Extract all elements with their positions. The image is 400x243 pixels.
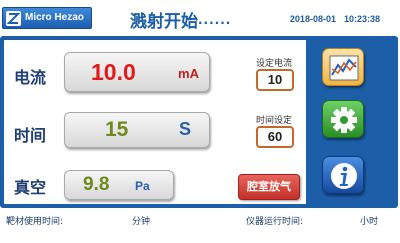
set-time-field[interactable]: 60	[256, 126, 294, 148]
status-dots: ······	[198, 16, 232, 30]
time-display: 15 S	[64, 112, 210, 148]
current-unit: mA	[178, 66, 199, 81]
sputter-coater-screen: Micro Hezao 溅射开始······ 2018-08-01 10:23:3…	[0, 0, 400, 243]
trend-chart-button[interactable]	[322, 48, 364, 86]
set-current-label: 设定电流	[256, 59, 293, 69]
set-current-field[interactable]: 10	[256, 69, 294, 91]
target-usage-label: 靶材使用时间:	[6, 217, 64, 227]
target-usage-unit: 分钟	[132, 217, 151, 227]
brand-badge: Micro Hezao	[2, 7, 92, 29]
time-unit: S	[178, 119, 191, 139]
side-button-column	[306, 36, 398, 208]
date-text: 2018-08-01	[289, 14, 336, 24]
vacuum-value: 9.8	[83, 174, 110, 195]
info-icon	[331, 163, 357, 189]
time-label: 时间	[14, 126, 47, 145]
gear-icon	[331, 107, 357, 133]
main-panel: 电流 10.0 mA 设定电流 10 时间 15 S 时间设定 60 真空 9.…	[0, 36, 398, 208]
time-text: 10:23:38	[343, 14, 380, 24]
runtime-unit: 小时	[360, 217, 379, 227]
settings-button[interactable]	[322, 100, 364, 138]
current-label: 电流	[14, 68, 47, 87]
brand-name: Micro Hezao	[25, 12, 84, 23]
line-chart-icon	[329, 55, 359, 81]
runtime-label: 仪器运行时间:	[246, 217, 304, 227]
process-status: 溅射开始······	[130, 7, 231, 32]
current-value: 10.0	[91, 59, 136, 85]
info-button[interactable]	[322, 156, 364, 194]
vacuum-display: 9.8 Pa	[64, 170, 174, 200]
chamber-vent-button[interactable]: 腔室放气	[238, 174, 300, 200]
status-footer: 靶材使用时间: 分钟 仪器运行时间: 小时	[0, 210, 400, 232]
status-text: 溅射开始	[130, 12, 198, 32]
vacuum-label: 真空	[14, 178, 47, 197]
set-time-label: 时间设定	[256, 116, 293, 126]
parameters-panel: 电流 10.0 mA 设定电流 10 时间 15 S 时间设定 60 真空 9.…	[4, 40, 306, 204]
current-display: 10.0 mA	[64, 52, 210, 92]
vacuum-unit: Pa	[135, 179, 150, 193]
top-bar: Micro Hezao 溅射开始······ 2018-08-01 10:23:3…	[0, 4, 400, 32]
brand-logo-icon	[6, 11, 21, 26]
time-value: 15	[105, 118, 129, 141]
datetime-display: 2018-08-01 10:23:38	[290, 14, 380, 24]
